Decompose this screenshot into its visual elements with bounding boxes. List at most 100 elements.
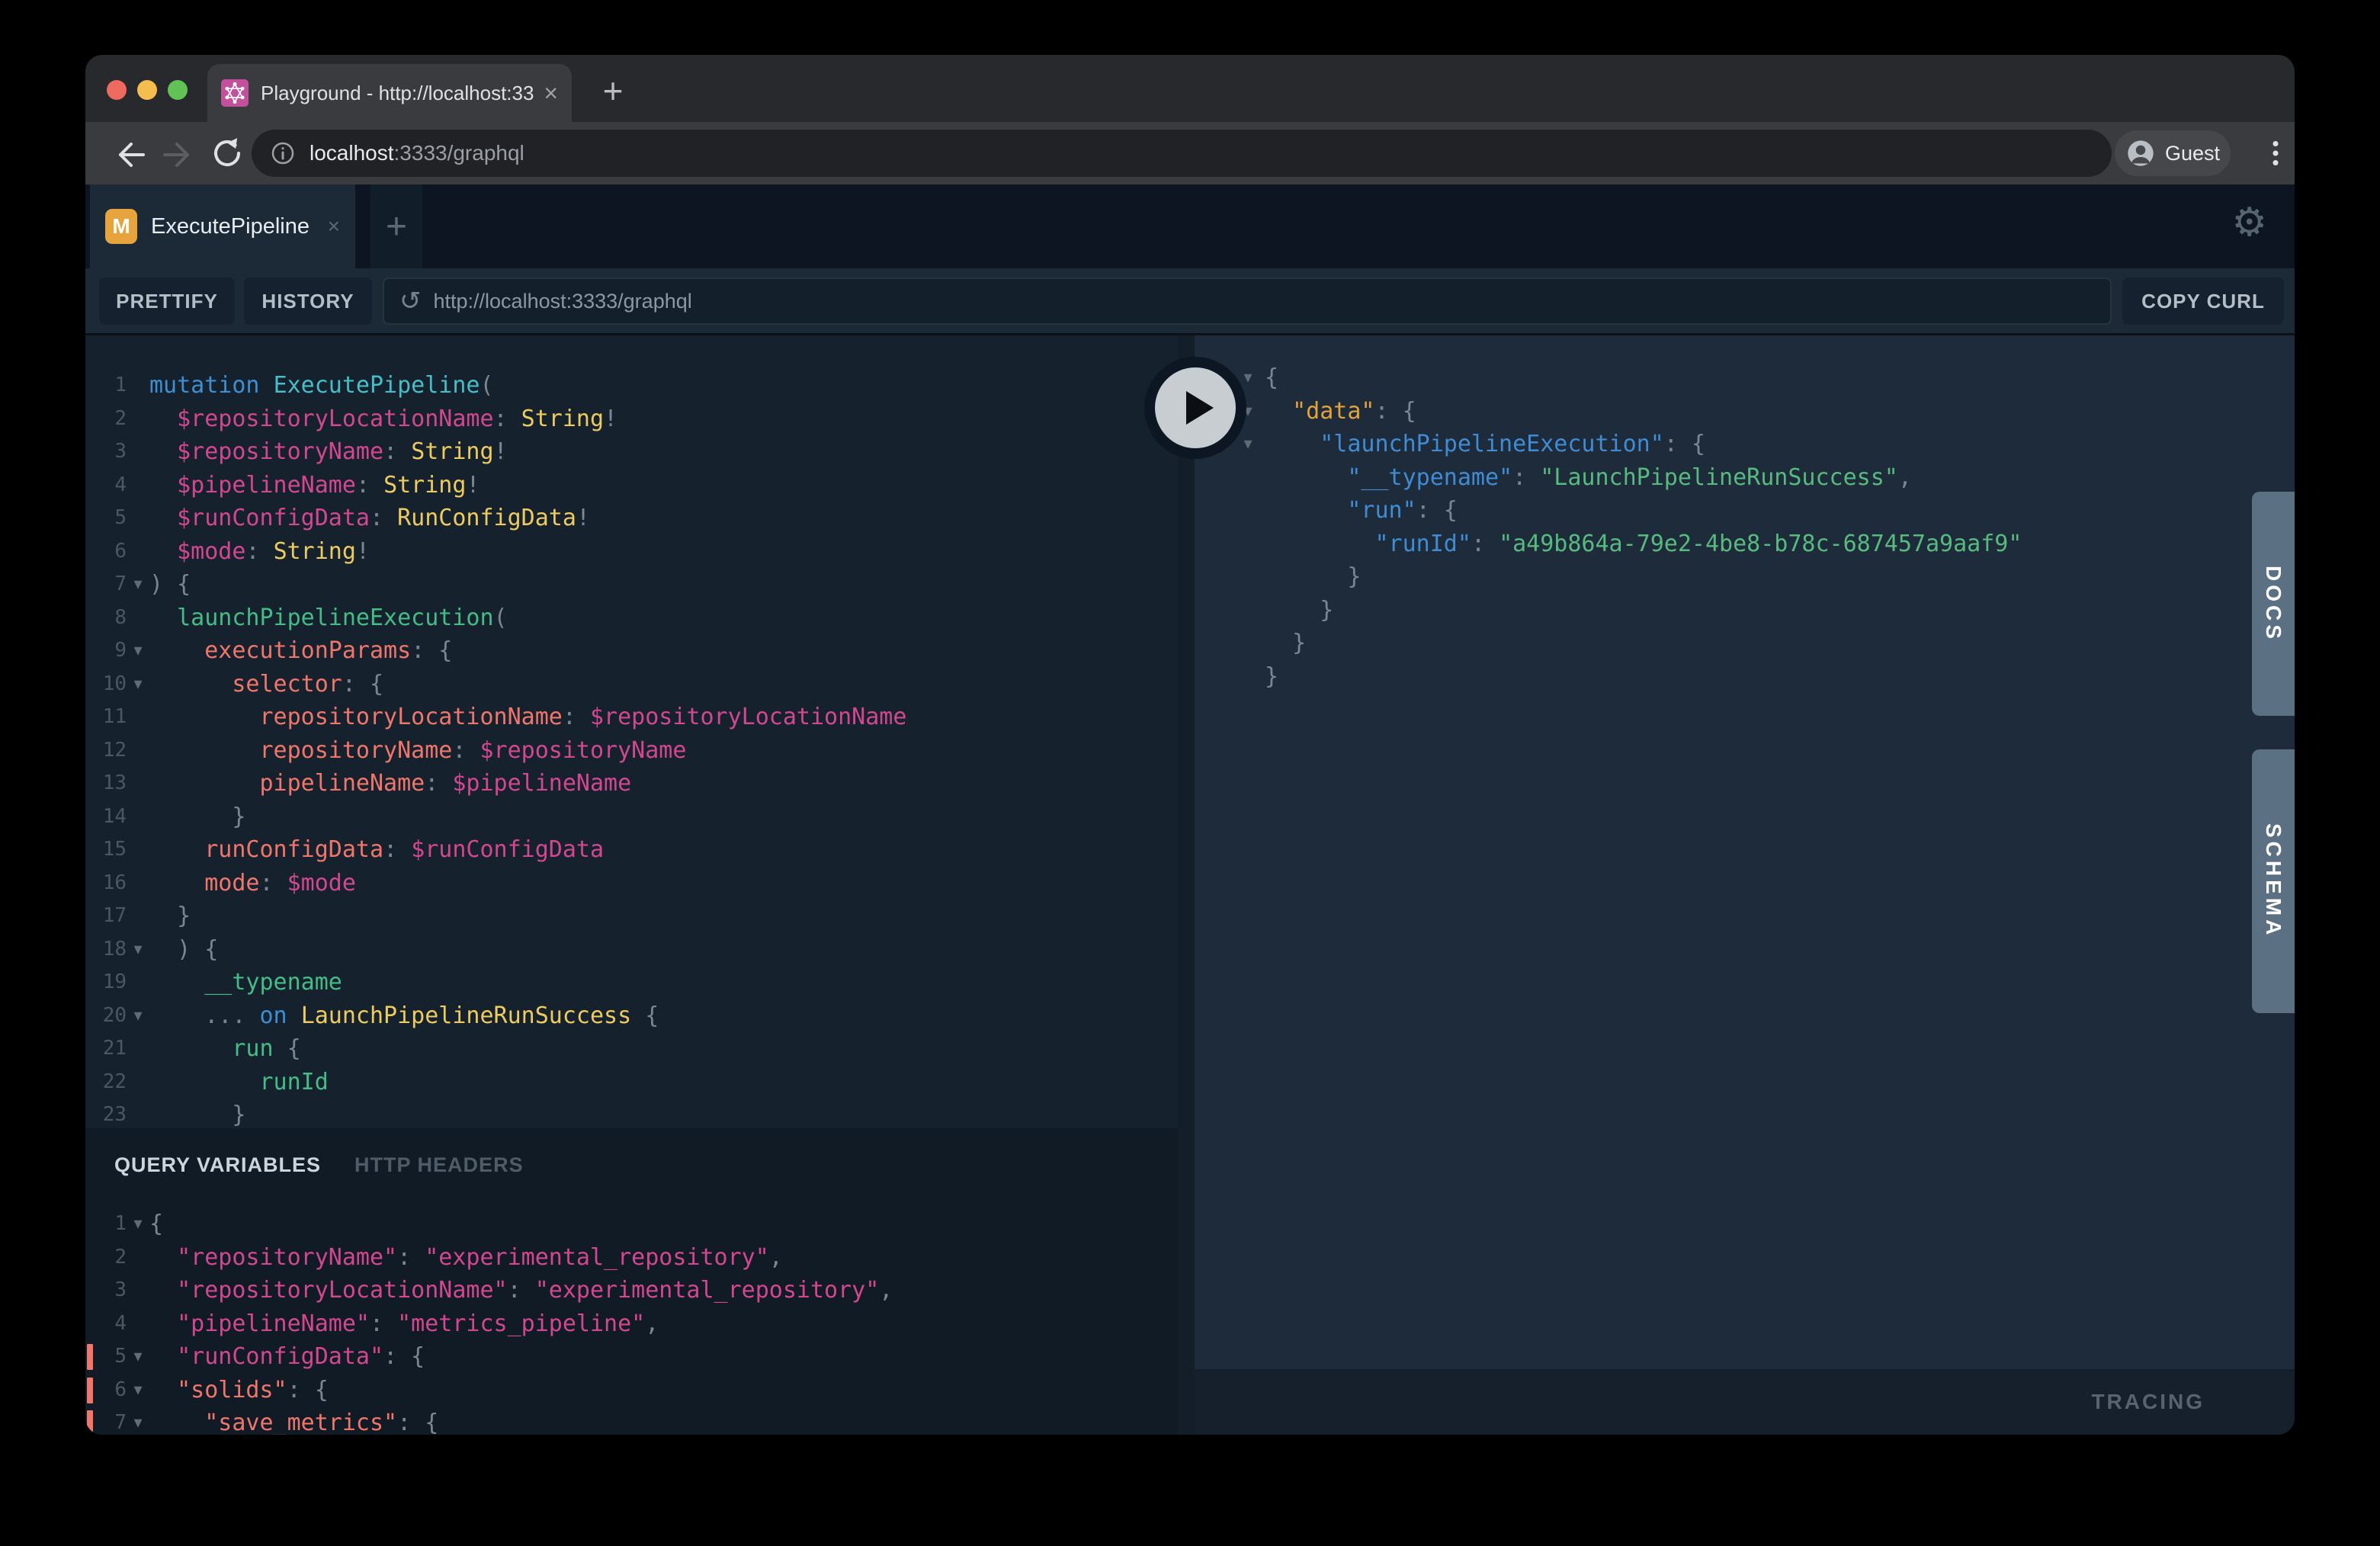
line-number: 5 [91,502,127,535]
code-line: 5 $runConfigData: RunConfigData! [85,502,1178,535]
code-line: 6▾ "solids": { [85,1374,1178,1407]
code-text: "save_metrics": { [149,1406,438,1435]
fold-arrow-icon[interactable]: ▾ [127,1208,149,1241]
tab-docs[interactable]: DOCS [2252,492,2295,716]
endpoint-input[interactable]: ↺ http://localhost:3333/graphql [383,277,2112,325]
play-icon [1186,391,1214,425]
tracing-label[interactable]: TRACING [2091,1390,2205,1414]
fold-spacer [127,767,149,800]
traffic-light-zoom-button[interactable] [168,80,188,100]
fold-spacer [127,833,149,867]
variables-tabbar: QUERY VARIABLES HTTP HEADERS [85,1128,1178,1201]
code-line: 8 launchPipelineExecution( [85,601,1178,635]
browser-tab[interactable]: Playground - http://localhost:33 × [207,64,572,122]
site-info-icon[interactable] [270,140,296,166]
fold-arrow-icon[interactable]: ▾ [127,999,149,1033]
code-line: 20▾ ... on LaunchPipelineRunSuccess { [85,999,1178,1033]
back-icon[interactable] [111,135,148,172]
code-text: repositoryLocationName: $repositoryLocat… [149,701,906,734]
fold-spacer [127,966,149,999]
code-text: runConfigData: $runConfigData [149,833,604,867]
code-text: } [1265,560,1361,594]
code-line: 4 "pipelineName": "metrics_pipeline", [85,1307,1178,1341]
copy-curl-button[interactable]: COPY CURL [2122,277,2284,325]
error-marker [87,1378,93,1403]
response-viewer: ▾{▾ "data": {▾ "launchPipelineExecution"… [1225,361,2295,1366]
prettify-button[interactable]: PRETTIFY [99,277,235,325]
code-line: } [1225,627,2295,660]
fold-spacer [127,469,149,502]
code-text: } [1265,594,1333,627]
url-host: localhost [310,141,394,165]
fold-spacer [127,867,149,900]
pane-divider[interactable] [1178,335,1195,1435]
settings-gear-icon[interactable]: ⚙ [2231,200,2267,245]
variables-editor[interactable]: 1▾{2 "repositoryName": "experimental_rep… [85,1201,1178,1435]
fold-arrow-icon[interactable]: ▾ [127,1340,149,1374]
fold-arrow-icon[interactable]: ▾ [127,668,149,701]
code-line: ▾{ [1225,361,2295,395]
response-pane: ▾{▾ "data": {▾ "launchPipelineExecution"… [1195,335,2295,1435]
traffic-light-close-button[interactable] [107,80,127,100]
address-bar[interactable]: localhost:3333/graphql [252,130,2112,177]
code-line: 10▾ selector: { [85,668,1178,701]
session-tab-executepipeline[interactable]: M ExecutePipeline × [90,184,355,268]
code-text: run { [149,1032,301,1066]
playground-toolbar: PRETTIFY HISTORY ↺ http://localhost:3333… [85,268,2295,335]
browser-menu-icon[interactable] [2257,134,2295,172]
endpoint-history-icon[interactable]: ↺ [399,286,422,316]
code-text: "data": { [1265,395,1416,428]
fold-spacer [1231,594,1265,627]
forward-icon[interactable] [160,135,197,172]
fold-arrow-icon[interactable]: ▾ [127,933,149,967]
code-text: "launchPipelineExecution": { [1265,428,1705,461]
browser-tab-close-icon[interactable]: × [544,81,558,105]
fold-spacer [127,1307,149,1341]
tab-http-headers[interactable]: HTTP HEADERS [354,1153,524,1177]
line-number: 18 [91,933,127,967]
code-text: mode: $mode [149,867,356,900]
graphql-favicon-icon [221,79,249,107]
code-line: "run": { [1225,494,2295,528]
code-line: 5▾ "runConfigData": { [85,1340,1178,1374]
browser-new-tab-button[interactable]: + [592,70,634,113]
mutation-badge: M [105,209,137,244]
fold-spacer [1231,660,1265,694]
code-text: pipelineName: $pipelineName [149,767,631,800]
code-line: 1mutation ExecutePipeline( [85,369,1178,403]
code-line: 7▾) { [85,568,1178,601]
code-line: 4 $pipelineName: String! [85,469,1178,502]
history-button[interactable]: HISTORY [244,277,372,325]
fold-arrow-icon[interactable]: ▾ [127,568,149,601]
code-text: "repositoryLocationName": "experimental_… [149,1274,893,1307]
line-number: 16 [91,867,127,900]
code-line: ▾ "launchPipelineExecution": { [1225,428,2295,461]
fold-spacer [127,900,149,933]
execute-button-circle [1155,367,1236,448]
code-text: $runConfigData: RunConfigData! [149,502,590,535]
code-line: ▾ "data": { [1225,395,2295,428]
code-text: "solids": { [149,1374,329,1407]
traffic-light-minimize-button[interactable] [137,80,157,100]
new-session-tab-button[interactable]: + [370,184,422,268]
line-number: 2 [91,403,127,436]
query-editor[interactable]: 1mutation ExecutePipeline(2 $repositoryL… [85,335,1178,1128]
code-line: 21 run { [85,1032,1178,1066]
tab-query-variables[interactable]: QUERY VARIABLES [114,1153,321,1177]
fold-spacer [127,502,149,535]
fold-arrow-icon[interactable]: ▾ [127,634,149,668]
line-number: 23 [91,1099,127,1128]
code-text: selector: { [149,668,383,701]
code-line: } [1225,560,2295,594]
fold-arrow-icon[interactable]: ▾ [127,1406,149,1435]
tab-schema[interactable]: SCHEMA [2252,749,2295,1013]
profile-button[interactable]: Guest [2115,130,2231,176]
code-text: ) { [149,933,218,967]
fold-arrow-icon[interactable]: ▾ [127,1374,149,1407]
line-number: 21 [91,1032,127,1066]
code-line: 3 "repositoryLocationName": "experimenta… [85,1274,1178,1307]
session-tab-close-icon[interactable]: × [328,214,340,239]
execute-button[interactable] [1144,357,1246,459]
code-text: { [149,1208,163,1241]
reload-icon[interactable] [209,135,245,172]
